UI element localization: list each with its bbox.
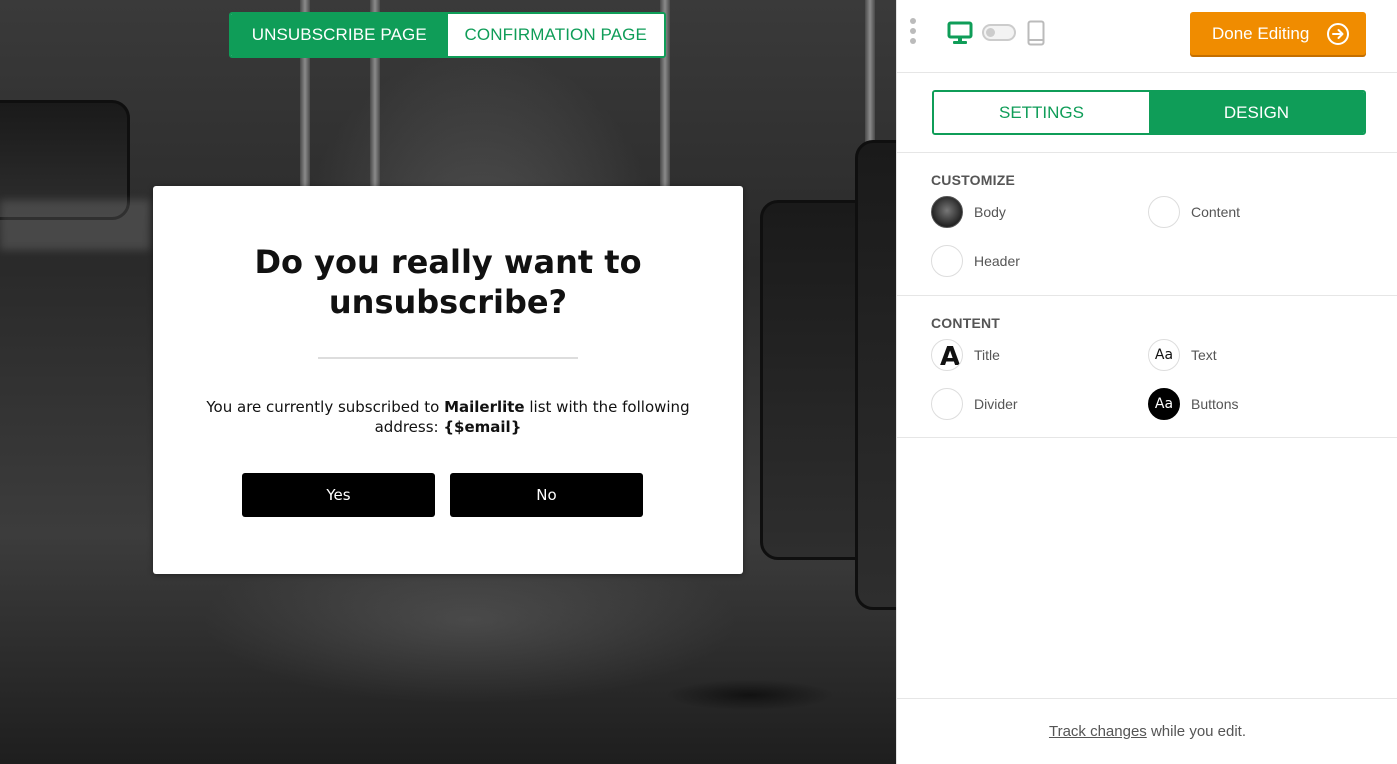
- desktop-icon[interactable]: [947, 21, 973, 45]
- mode-tabs: SETTINGS DESIGN: [932, 90, 1366, 135]
- tab-confirmation-page[interactable]: CONFIRMATION PAGE: [447, 14, 664, 56]
- header-swatch: [931, 245, 963, 277]
- body-swatch: [931, 196, 963, 228]
- page-tabs: UNSUBSCRIBE PAGE CONFIRMATION PAGE: [229, 12, 666, 58]
- dialog-divider[interactable]: [318, 357, 578, 359]
- customize-body-option[interactable]: Body: [931, 196, 1006, 228]
- title-glyph: A: [939, 342, 961, 371]
- dialog-title[interactable]: Do you really want to unsubscribe?: [213, 242, 683, 322]
- content-swatch: [1148, 196, 1180, 228]
- content-buttons-option[interactable]: Aa Buttons: [1148, 388, 1238, 420]
- content-buttons-label: Buttons: [1191, 396, 1239, 412]
- customize-content-label: Content: [1191, 204, 1241, 220]
- view-toggle[interactable]: [982, 24, 1016, 41]
- background-light: [0, 200, 150, 250]
- editor-toolbar: Done Editing: [897, 0, 1397, 73]
- tab-unsubscribe-page[interactable]: UNSUBSCRIBE PAGE: [231, 14, 448, 56]
- background-seat: [855, 140, 896, 610]
- title-style-icon: A: [931, 339, 963, 371]
- content-divider-label: Divider: [974, 396, 1018, 412]
- customize-header-label: Header: [974, 253, 1020, 269]
- no-button[interactable]: No: [450, 473, 643, 517]
- dialog-email-tag: {$email}: [443, 418, 522, 436]
- section-divider: [897, 152, 1397, 153]
- footer-rest: while you edit.: [1146, 723, 1247, 740]
- drag-handle-icon[interactable]: [910, 18, 918, 48]
- customize-content-option[interactable]: Content: [1148, 196, 1240, 228]
- dialog-text[interactable]: You are currently subscribed to Mailerli…: [203, 397, 693, 437]
- divider-swatch: [931, 388, 963, 420]
- panel-footer: Track changes while you edit.: [897, 698, 1397, 764]
- unsubscribe-dialog[interactable]: Do you really want to unsubscribe? You a…: [153, 186, 743, 574]
- text-style-icon: Aa: [1148, 339, 1180, 371]
- tablet-icon[interactable]: [1027, 20, 1045, 46]
- section-divider: [897, 437, 1397, 438]
- footer-text: Track changes while you edit.: [897, 723, 1397, 740]
- preview-canvas: UNSUBSCRIBE PAGE CONFIRMATION PAGE Do yo…: [0, 0, 896, 764]
- customize-header-option[interactable]: Header: [931, 245, 1020, 277]
- content-heading: CONTENT: [931, 315, 1001, 331]
- content-divider-option[interactable]: Divider: [931, 388, 1018, 420]
- done-editing-button[interactable]: Done Editing: [1190, 12, 1366, 55]
- track-changes-link[interactable]: Track changes: [1049, 723, 1147, 740]
- tab-design[interactable]: DESIGN: [1149, 92, 1364, 133]
- content-title-label: Title: [974, 347, 1000, 363]
- customize-body-label: Body: [974, 204, 1006, 220]
- yes-button[interactable]: Yes: [242, 473, 435, 517]
- text-glyph: Aa: [1154, 347, 1174, 363]
- content-text-label: Text: [1191, 347, 1217, 363]
- editor-panel: Done Editing SETTINGS DESIGN CUSTOMIZE B…: [896, 0, 1397, 764]
- buttons-style-icon: Aa: [1148, 388, 1180, 420]
- content-text-option[interactable]: Aa Text: [1148, 339, 1217, 371]
- dialog-list-name: Mailerlite: [444, 398, 525, 416]
- customize-heading: CUSTOMIZE: [931, 172, 1015, 188]
- section-divider: [897, 295, 1397, 296]
- dialog-text-before: You are currently subscribed to: [206, 398, 445, 416]
- tab-settings[interactable]: SETTINGS: [934, 92, 1149, 133]
- buttons-glyph: Aa: [1154, 396, 1174, 412]
- arrow-right-circle-icon: [1327, 23, 1349, 45]
- done-editing-label: Done Editing: [1212, 23, 1310, 43]
- content-title-option[interactable]: A Title: [931, 339, 1000, 371]
